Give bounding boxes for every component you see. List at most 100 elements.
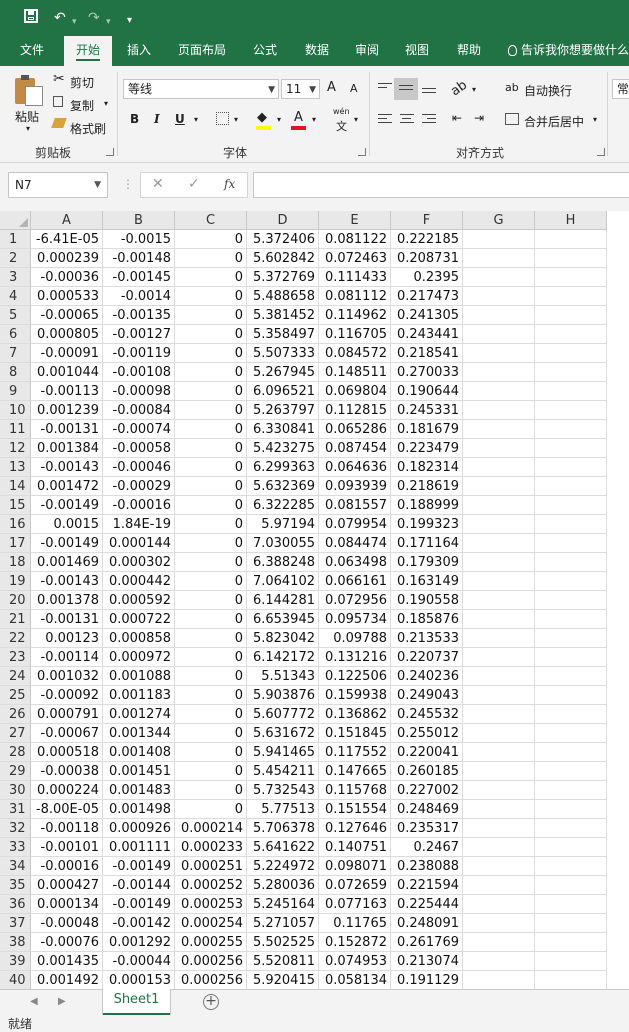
cell[interactable]: 5.381452 xyxy=(247,306,319,325)
cell[interactable]: -0.00036 xyxy=(31,268,103,287)
select-all-corner[interactable] xyxy=(0,211,31,230)
tab-file[interactable]: 文件 xyxy=(10,36,54,66)
add-sheet-icon[interactable]: + xyxy=(203,994,219,1010)
cell[interactable] xyxy=(535,420,607,439)
row-header[interactable]: 27 xyxy=(0,724,31,743)
column-header-h[interactable]: H xyxy=(535,211,607,230)
underline-dropdown-icon[interactable]: ▾ xyxy=(194,115,198,124)
cell[interactable]: 6.096521 xyxy=(247,382,319,401)
cell[interactable] xyxy=(535,363,607,382)
cell[interactable]: 0 xyxy=(175,648,247,667)
cell[interactable] xyxy=(463,249,535,268)
cell[interactable]: -0.00135 xyxy=(103,306,175,325)
orientation-icon[interactable]: ab xyxy=(448,78,470,100)
cell[interactable] xyxy=(535,306,607,325)
tell-me-search[interactable]: 告诉我你想要做什么 xyxy=(508,36,629,66)
cell[interactable] xyxy=(535,591,607,610)
cell[interactable]: 0 xyxy=(175,477,247,496)
cell[interactable]: 0.084572 xyxy=(319,344,391,363)
cell[interactable] xyxy=(535,610,607,629)
cell[interactable] xyxy=(535,477,607,496)
underline-button[interactable]: U xyxy=(175,112,185,126)
cell[interactable]: -0.0014 xyxy=(103,287,175,306)
cell[interactable]: 0 xyxy=(175,287,247,306)
cell[interactable]: 5.607772 xyxy=(247,705,319,724)
cell[interactable]: 5.454211 xyxy=(247,762,319,781)
cell[interactable]: -0.00114 xyxy=(31,648,103,667)
column-header-e[interactable]: E xyxy=(319,211,391,230)
cell[interactable]: -0.00131 xyxy=(31,420,103,439)
row-header[interactable]: 23 xyxy=(0,648,31,667)
cell[interactable]: 5.271057 xyxy=(247,914,319,933)
cell[interactable]: 0 xyxy=(175,344,247,363)
scroll-right-icon[interactable]: ▶ xyxy=(58,996,66,1007)
cell[interactable]: 0.000533 xyxy=(31,287,103,306)
cell[interactable] xyxy=(463,591,535,610)
cell[interactable] xyxy=(463,287,535,306)
cell[interactable] xyxy=(463,933,535,952)
cell[interactable]: 5.358497 xyxy=(247,325,319,344)
scroll-left-icon[interactable]: ◀ xyxy=(30,996,38,1007)
row-header[interactable]: 21 xyxy=(0,610,31,629)
cell[interactable]: 0.221594 xyxy=(391,876,463,895)
cell[interactable]: -0.00149 xyxy=(31,496,103,515)
cell[interactable]: 0.241305 xyxy=(391,306,463,325)
cell[interactable]: 0.000224 xyxy=(31,781,103,800)
row-header[interactable]: 26 xyxy=(0,705,31,724)
cell[interactable]: 0.000252 xyxy=(175,876,247,895)
cell[interactable]: 0 xyxy=(175,705,247,724)
cell[interactable]: 0.208731 xyxy=(391,249,463,268)
cell[interactable] xyxy=(535,629,607,648)
row-header[interactable]: 38 xyxy=(0,933,31,952)
align-top-icon[interactable] xyxy=(378,83,392,95)
row-header[interactable]: 31 xyxy=(0,800,31,819)
cell[interactable] xyxy=(463,705,535,724)
cell[interactable]: -0.00058 xyxy=(103,439,175,458)
cell[interactable] xyxy=(463,952,535,971)
decrease-indent-icon[interactable]: ⇤ xyxy=(452,111,462,125)
insert-function-icon[interactable]: fx xyxy=(224,177,235,191)
cell[interactable]: 0.163149 xyxy=(391,572,463,591)
cell[interactable]: 0.001483 xyxy=(103,781,175,800)
cell[interactable]: 0.227002 xyxy=(391,781,463,800)
cell[interactable] xyxy=(535,762,607,781)
cell[interactable]: 5.632369 xyxy=(247,477,319,496)
cell[interactable]: 0.000592 xyxy=(103,591,175,610)
cell[interactable]: 0.066161 xyxy=(319,572,391,591)
cell[interactable]: 0.199323 xyxy=(391,515,463,534)
cell[interactable]: 0.000253 xyxy=(175,895,247,914)
cell[interactable]: 0.185876 xyxy=(391,610,463,629)
row-header[interactable]: 30 xyxy=(0,781,31,800)
cell[interactable]: 0.218619 xyxy=(391,477,463,496)
cell[interactable] xyxy=(535,287,607,306)
cell[interactable]: 1.84E-19 xyxy=(103,515,175,534)
cell[interactable] xyxy=(463,971,535,989)
cell[interactable]: 5.77513 xyxy=(247,800,319,819)
cell[interactable]: 0.000255 xyxy=(175,933,247,952)
cell[interactable]: 0.111433 xyxy=(319,268,391,287)
cell[interactable] xyxy=(463,230,535,249)
cell[interactable]: 7.030055 xyxy=(247,534,319,553)
row-header[interactable]: 5 xyxy=(0,306,31,325)
cell[interactable]: 0.000302 xyxy=(103,553,175,572)
cell[interactable] xyxy=(463,781,535,800)
cell[interactable]: 0.136862 xyxy=(319,705,391,724)
cell[interactable]: 0.000972 xyxy=(103,648,175,667)
cell[interactable] xyxy=(463,610,535,629)
cell[interactable]: 0 xyxy=(175,382,247,401)
cell[interactable]: 5.903876 xyxy=(247,686,319,705)
cell[interactable]: 5.263797 xyxy=(247,401,319,420)
undo-dropdown-icon[interactable]: ▾ xyxy=(72,13,77,31)
tab-review[interactable]: 审阅 xyxy=(346,36,388,66)
cell[interactable]: 0 xyxy=(175,629,247,648)
cell[interactable]: 0 xyxy=(175,686,247,705)
cell[interactable] xyxy=(463,268,535,287)
cell[interactable]: 5.267945 xyxy=(247,363,319,382)
cell[interactable]: 5.507333 xyxy=(247,344,319,363)
cell[interactable]: 5.423275 xyxy=(247,439,319,458)
cell[interactable]: 0.063498 xyxy=(319,553,391,572)
font-size-combo[interactable]: 11 ▼ xyxy=(281,79,320,99)
cell[interactable]: 0.171164 xyxy=(391,534,463,553)
cell[interactable]: 0.240236 xyxy=(391,667,463,686)
cell[interactable]: 5.602842 xyxy=(247,249,319,268)
